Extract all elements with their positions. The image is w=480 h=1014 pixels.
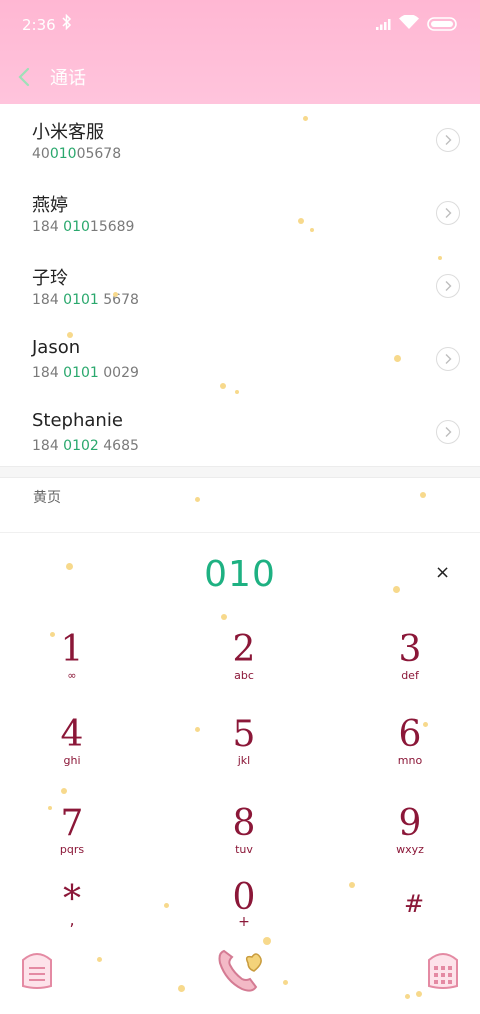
confetti-dot	[195, 497, 200, 502]
confetti-dot	[178, 985, 185, 992]
contact-number: 184 0101 5678	[32, 292, 139, 308]
key-star[interactable]: * ,	[12, 880, 132, 960]
confetti-dot	[164, 903, 169, 908]
chevron-right-icon[interactable]	[436, 420, 460, 444]
confetti-dot	[420, 492, 426, 498]
key-digit: #	[403, 890, 425, 918]
voicemail-icon: ∞	[67, 669, 77, 682]
status-bar: 2:36	[0, 0, 480, 52]
key-digit: 7	[60, 803, 84, 844]
confetti-dot	[220, 383, 226, 389]
yellow-pages-label[interactable]: 黄页	[33, 487, 61, 507]
contact-row[interactable]: 子玲 184 0101 5678	[0, 250, 480, 323]
confetti-dot	[235, 390, 239, 394]
key-8[interactable]: 8 tuv	[184, 804, 304, 884]
confetti-dot	[310, 228, 314, 232]
status-time: 2:36	[22, 16, 56, 34]
key-9[interactable]: 9 wxyz	[350, 804, 470, 884]
key-digit: 6	[398, 714, 422, 755]
key-letters: +	[238, 914, 250, 930]
key-letters: ghi	[63, 754, 81, 767]
key-6[interactable]: 6 mno	[350, 715, 470, 795]
section-divider	[0, 466, 480, 478]
chevron-right-icon[interactable]	[436, 274, 460, 298]
key-5[interactable]: 5 jkl	[184, 715, 304, 795]
header: 2:36 通话	[0, 0, 480, 104]
key-letters: pqrs	[59, 843, 85, 856]
key-digit: 9	[398, 803, 422, 844]
contact-number: 184 01015689	[32, 219, 135, 235]
key-letters: tuv	[235, 843, 253, 856]
contact-name: 子玲	[32, 268, 68, 289]
key-digit: 5	[232, 714, 256, 755]
key-digit: 8	[232, 803, 256, 844]
chevron-right-icon[interactable]	[436, 128, 460, 152]
chevron-right-icon[interactable]	[436, 201, 460, 225]
confetti-dot	[113, 292, 118, 297]
contact-row[interactable]: Stephanie 184 0102 4685	[0, 396, 480, 469]
confetti-dot	[221, 614, 227, 620]
chevron-right-icon[interactable]	[436, 347, 460, 371]
contact-row[interactable]: 燕婷 184 01015689	[0, 177, 480, 250]
key-digit: 0	[232, 877, 256, 918]
bluetooth-icon	[62, 13, 72, 34]
contact-name: 燕婷	[32, 195, 68, 216]
key-digit: 3	[398, 629, 422, 670]
confetti-dot	[67, 332, 73, 338]
confetti-dot	[416, 991, 422, 997]
key-letters: wxyz	[396, 843, 424, 856]
key-digit: 2	[232, 629, 256, 670]
contact-name: Stephanie	[32, 410, 123, 431]
key-3[interactable]: 3 def	[350, 630, 470, 710]
key-7[interactable]: 7 pqrs	[12, 804, 132, 884]
confetti-dot	[283, 980, 288, 985]
menu-icon[interactable]	[20, 950, 54, 994]
clear-button[interactable]: ×	[435, 562, 450, 583]
confetti-dot	[394, 355, 401, 362]
key-1[interactable]: 1 ∞	[12, 630, 132, 710]
contact-number: 184 0102 4685	[32, 438, 139, 454]
key-letters: ,	[69, 910, 75, 929]
page-title: 通话	[50, 68, 86, 89]
battery-icon	[427, 17, 459, 35]
contact-name: 小米客服	[32, 122, 104, 143]
key-letters: jkl	[237, 754, 251, 767]
wifi-icon	[399, 14, 419, 34]
key-digit: 4	[60, 714, 84, 755]
key-2[interactable]: 2 abc	[184, 630, 304, 710]
back-arrow-icon[interactable]	[16, 66, 32, 92]
contact-row[interactable]: 小米客服 4001005678	[0, 104, 480, 177]
confetti-dot	[298, 218, 304, 224]
key-letters: abc	[234, 669, 254, 682]
call-button[interactable]	[216, 945, 266, 999]
key-letters: def	[401, 669, 419, 682]
contact-number: 4001005678	[32, 146, 122, 162]
confetti-dot	[405, 994, 410, 999]
dialed-number: 010	[204, 554, 276, 595]
contact-number: 184 0101 0029	[32, 365, 139, 381]
confetti-dot	[303, 116, 308, 121]
confetti-dot	[438, 256, 442, 260]
contact-list: 小米客服 4001005678 燕婷 184 01015689 子玲 184 0…	[0, 104, 480, 469]
key-4[interactable]: 4 ghi	[12, 715, 132, 795]
key-letters: mno	[397, 754, 423, 767]
key-digit: 1	[60, 629, 84, 670]
contact-name: Jason	[32, 337, 81, 358]
contacts-book-icon[interactable]	[426, 950, 460, 994]
signal-icon	[376, 16, 392, 34]
